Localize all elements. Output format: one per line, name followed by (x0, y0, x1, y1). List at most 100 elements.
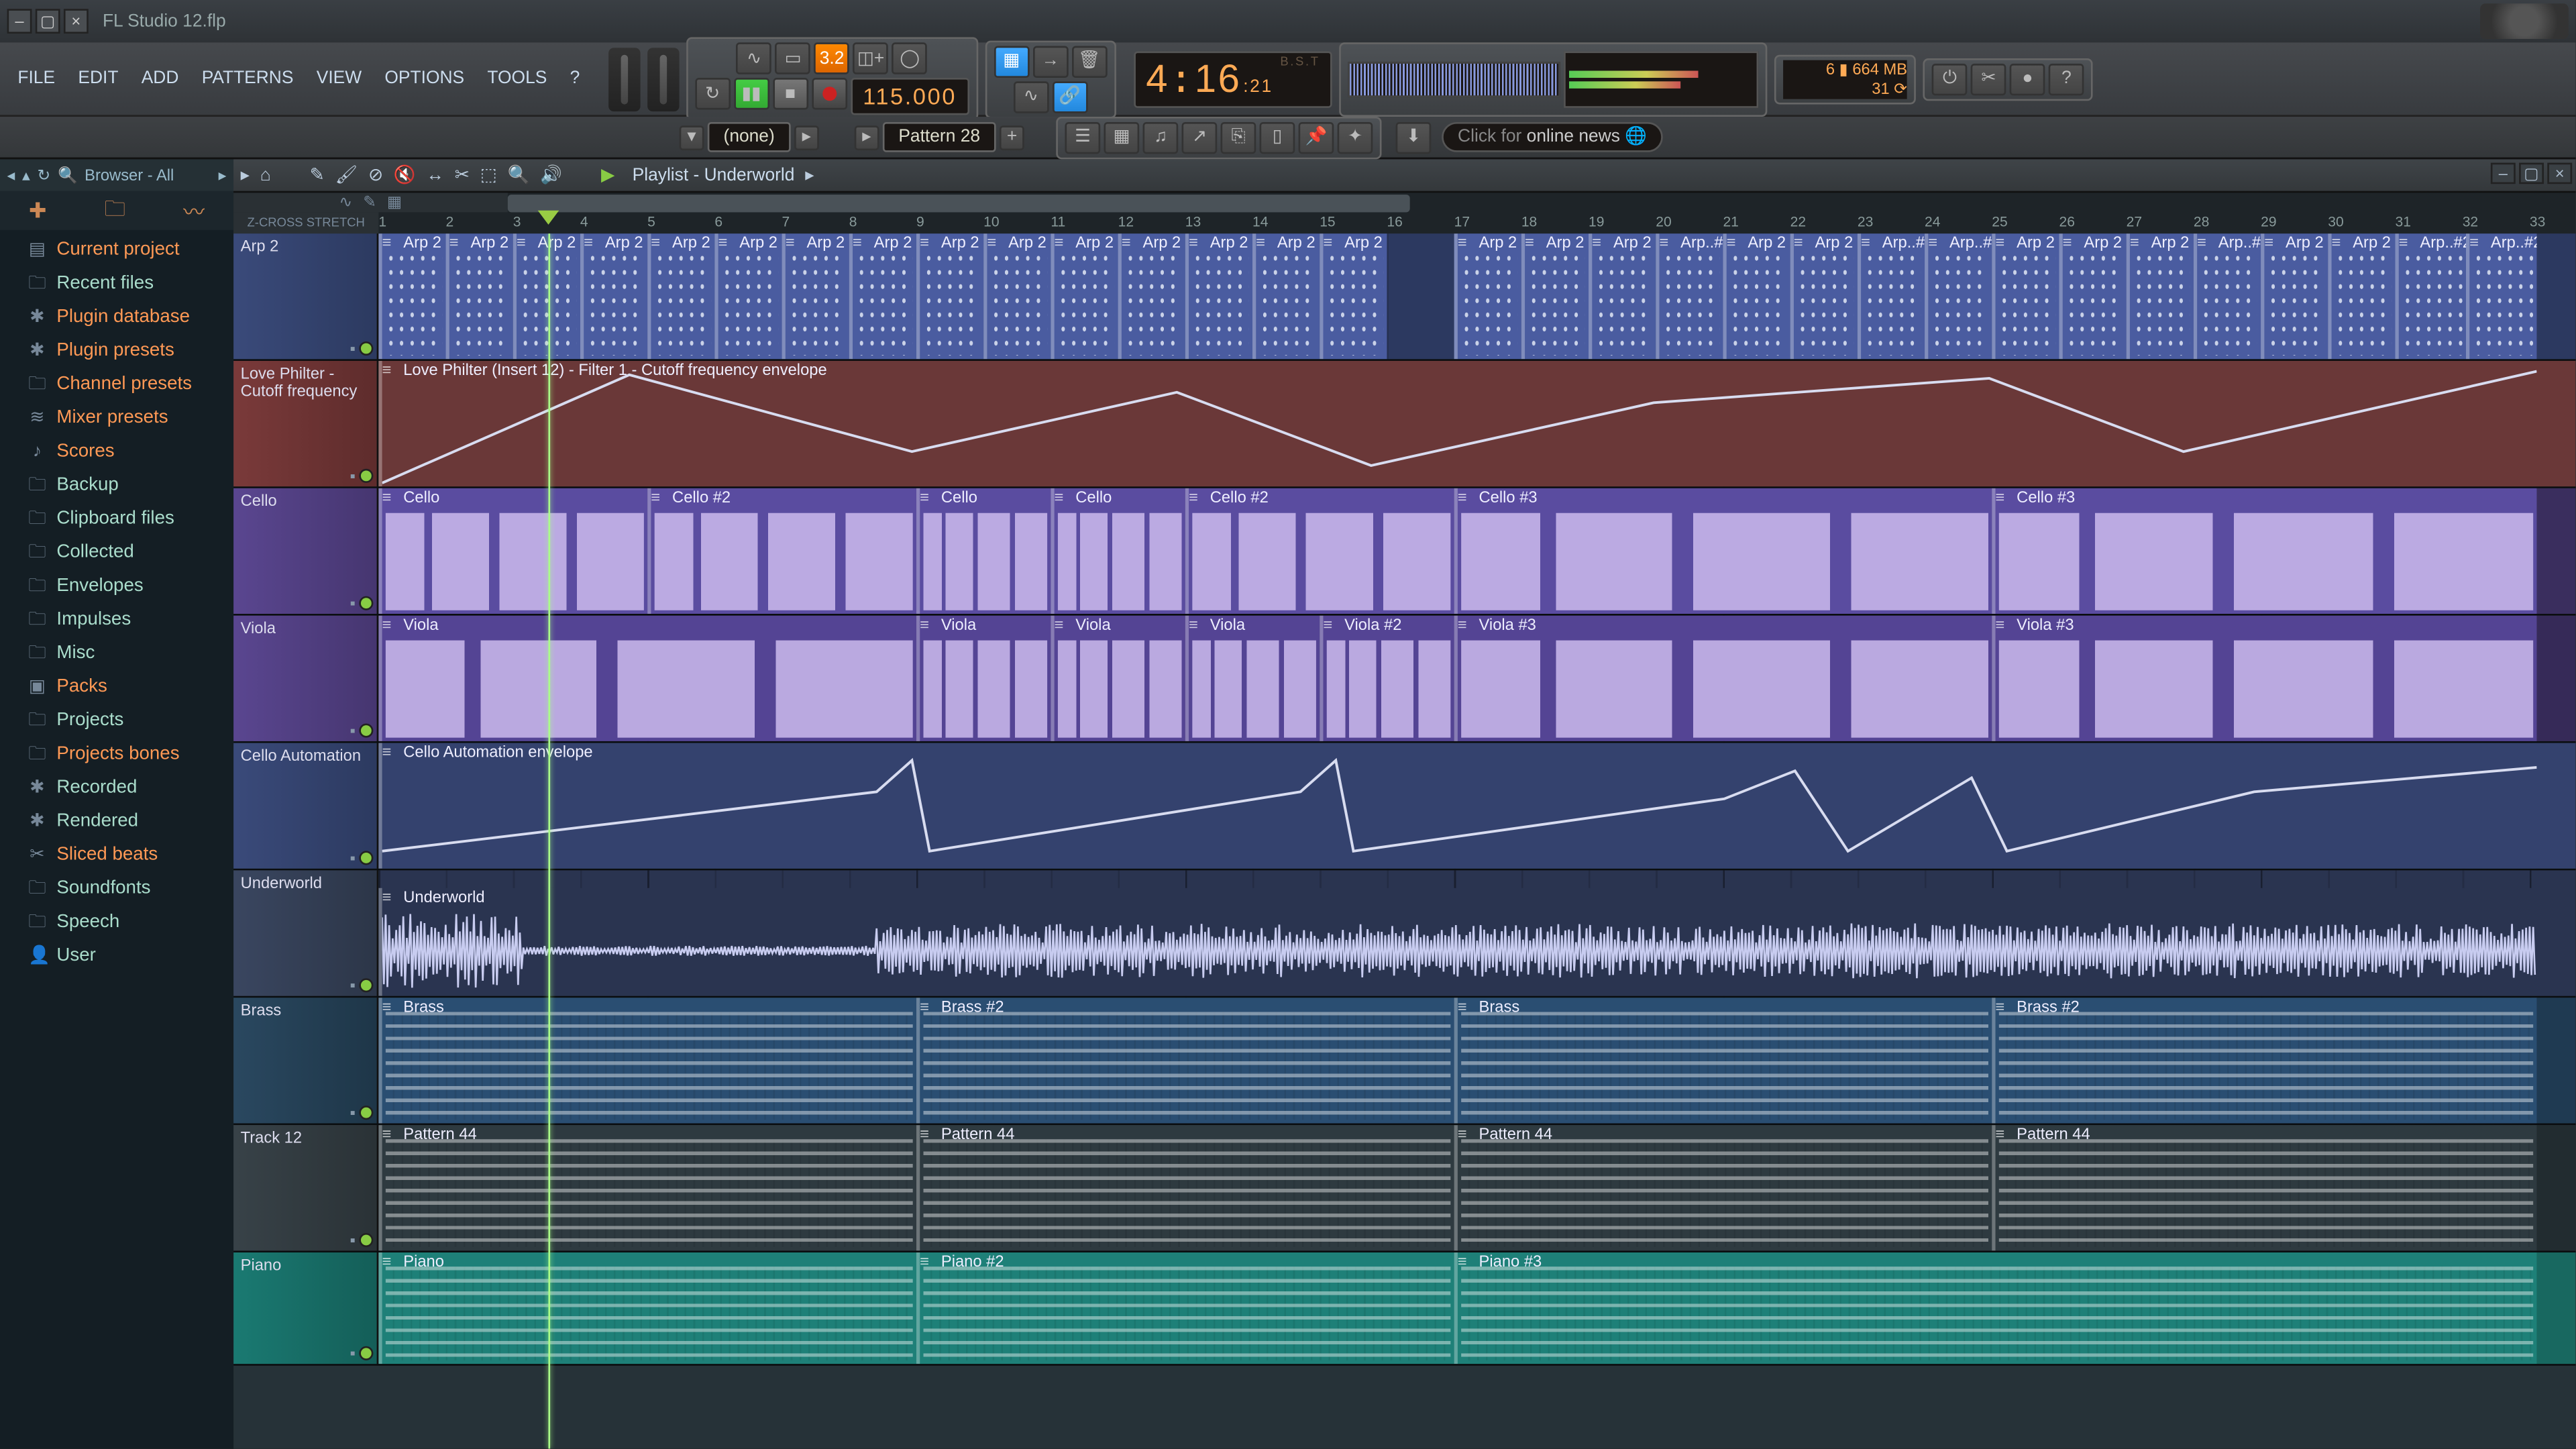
pl-minimize-icon[interactable]: – (2491, 163, 2516, 184)
menu-edit[interactable]: EDIT (68, 62, 129, 95)
browser-item[interactable]: 🗀Channel presets (0, 368, 233, 401)
browser-item[interactable]: 🗀Speech (0, 906, 233, 939)
clip[interactable]: ≡Cello (378, 488, 647, 614)
track-header[interactable]: Viola▪ (233, 616, 378, 741)
track-lane[interactable]: ≡Brass≡Brass #2≡Brass≡Brass #2 (378, 998, 2575, 1123)
pl-menu-icon[interactable]: ▸ (241, 166, 250, 185)
browser-item[interactable]: 👤User (0, 939, 233, 973)
link-icon[interactable]: 🔗 (1052, 80, 1087, 112)
clip[interactable]: ≡Arp 2 (1992, 233, 2059, 359)
menu-view[interactable]: VIEW (306, 62, 372, 95)
clip[interactable]: ≡Viola (1185, 616, 1320, 741)
sys-close-icon[interactable]: × (64, 9, 89, 34)
ruler-options[interactable]: Z-CROSS STRETCH (233, 212, 378, 233)
track-header[interactable]: Arp 2▪ (233, 233, 378, 359)
view-playlist-icon[interactable]: ☰ (1065, 121, 1101, 153)
clip[interactable]: ≡Love Philter (Insert 12) - Filter 1 - C… (378, 361, 2536, 486)
browser-item[interactable]: 🗀Envelopes (0, 570, 233, 603)
overview-grid-icon[interactable]: ▦ (387, 193, 402, 212)
step-seq-toggle-icon[interactable]: → (1032, 45, 1068, 76)
star-icon[interactable]: ✦ (1338, 121, 1373, 153)
snap-selector[interactable]: (none) (708, 122, 791, 152)
chevron-right-icon[interactable]: ▸ (805, 166, 814, 185)
pl-close-icon[interactable]: × (2547, 163, 2572, 184)
clip[interactable]: ≡Arp 2 (714, 233, 782, 359)
track-lane[interactable]: ≡Love Philter (Insert 12) - Filter 1 - C… (378, 361, 2575, 486)
browser-item[interactable]: ✱Plugin presets (0, 334, 233, 368)
pl-play-icon[interactable]: ▶ (601, 166, 614, 185)
browser-item[interactable]: ✱Recorded (0, 771, 233, 805)
clip[interactable]: ≡Cello #3 (1454, 488, 1992, 614)
clip[interactable]: ≡Brass (1454, 998, 1992, 1123)
clip[interactable]: ≡Arp 2 (2059, 233, 2126, 359)
piano-roll-toggle-icon[interactable]: 🗑 (1071, 45, 1107, 76)
overview-wave-icon[interactable]: ∿ (339, 193, 352, 212)
clip[interactable]: ≡Arp..#2 (1858, 233, 1925, 359)
folder-tab-icon[interactable]: 🗀 (105, 192, 126, 229)
pl-home-icon[interactable]: ⌂ (260, 166, 271, 185)
pl-tool-slip-icon[interactable]: ↔ (427, 166, 444, 185)
clip[interactable]: ≡Arp 2 (2328, 233, 2395, 359)
menu-add[interactable]: ADD (131, 62, 189, 95)
clip[interactable]: ≡Arp..#3 (2194, 233, 2261, 359)
clip[interactable]: ≡Arp 2 (2261, 233, 2328, 359)
mic-icon[interactable]: ● (2010, 63, 2045, 95)
pattern-mode-icon[interactable]: ∿ (737, 42, 772, 74)
pl-tool-draw-icon[interactable]: ✎ (310, 166, 325, 185)
track-header[interactable]: Love Philter - Cutoff frequency▪ (233, 361, 378, 486)
track-header[interactable]: Cello Automation▪ (233, 743, 378, 869)
clip[interactable]: ≡Arp 2 (647, 233, 714, 359)
refresh-icon[interactable]: ↻ (38, 166, 51, 185)
browser-item[interactable]: 🗀Projects (0, 704, 233, 738)
browser-item[interactable]: 🗀Projects bones (0, 738, 233, 771)
download-icon[interactable]: ⬇ (1396, 121, 1432, 153)
clip[interactable]: ≡Arp 2 (1320, 233, 1387, 359)
track-header[interactable]: Cello▪ (233, 488, 378, 614)
clip[interactable]: ≡Viola #3 (1454, 616, 1992, 741)
playlist-toggle-icon[interactable]: ▦ (994, 45, 1029, 76)
play-button[interactable]: ▮▮ (734, 78, 769, 109)
clip[interactable]: ≡Cello #2 (1185, 488, 1454, 614)
loop-rec-icon[interactable]: ↻ (695, 78, 731, 109)
view-browser-icon[interactable]: ↗ (1182, 121, 1218, 153)
browser-item[interactable]: 🗀Recent files (0, 267, 233, 301)
song-position-display[interactable]: 4:16:21 B.S.T (1134, 50, 1332, 107)
track-mute-toggle[interactable] (359, 724, 373, 738)
clip[interactable]: ≡Arp 2 (378, 233, 445, 359)
clip[interactable]: ≡Brass #2 (1992, 998, 2536, 1123)
menu-tools[interactable]: TOOLS (477, 62, 558, 95)
help-icon[interactable]: ? (2049, 63, 2084, 95)
browser-item[interactable]: 🗀Clipboard files (0, 502, 233, 536)
clip[interactable]: ≡Cello (916, 488, 1051, 614)
clip[interactable]: ≡Viola (916, 616, 1051, 741)
clip[interactable]: ≡Pattern 44 (916, 1125, 1454, 1250)
clip[interactable]: ≡Arp 2 (983, 233, 1051, 359)
overview-draw-icon[interactable]: ✎ (363, 193, 376, 212)
clip[interactable]: ≡Arp..#3 (1656, 233, 1723, 359)
back-icon[interactable]: ◂ (7, 166, 15, 185)
pl-tool-erase-icon[interactable]: ⊘ (368, 166, 383, 185)
pl-tool-mute-icon[interactable]: 🔇 (394, 166, 416, 185)
view-mixer-icon[interactable]: ⎘ (1221, 121, 1256, 153)
clip[interactable]: ≡Underworld (378, 888, 2536, 996)
track-mute-toggle[interactable] (359, 341, 373, 356)
clip[interactable]: ≡Arp 2 (916, 233, 983, 359)
clip[interactable]: ≡Brass (378, 998, 916, 1123)
tempo-display[interactable]: 115.000 (851, 78, 969, 115)
stop-button[interactable]: ■ (773, 78, 808, 109)
track-mute-toggle[interactable] (359, 1106, 373, 1120)
song-mode-icon[interactable]: ▭ (775, 42, 811, 74)
clip[interactable]: ≡Viola #3 (1992, 616, 2536, 741)
record-button[interactable] (812, 78, 847, 109)
metronome-icon[interactable]: ◫+ (853, 42, 889, 74)
clip[interactable]: ≡Brass #2 (916, 998, 1454, 1123)
browser-item[interactable]: 🗀Misc (0, 637, 233, 670)
track-lane[interactable]: ≡Viola≡Viola≡Viola≡Viola≡Viola #2≡Viola … (378, 616, 2575, 741)
browser-item[interactable]: 🗀Soundfonts (0, 872, 233, 906)
pl-tool-paint-icon[interactable]: 🖌 (335, 166, 358, 185)
clip[interactable]: ≡Viola #2 (1320, 616, 1454, 741)
playlist-overview-scroll[interactable]: ∿ ✎ ▦ (233, 191, 2575, 213)
playlist-ruler[interactable]: Z-CROSS STRETCH 123456789101112131415161… (233, 212, 2575, 233)
browser-item[interactable]: ≋Mixer presets (0, 402, 233, 435)
clip[interactable]: ≡Arp 2 (1252, 233, 1320, 359)
